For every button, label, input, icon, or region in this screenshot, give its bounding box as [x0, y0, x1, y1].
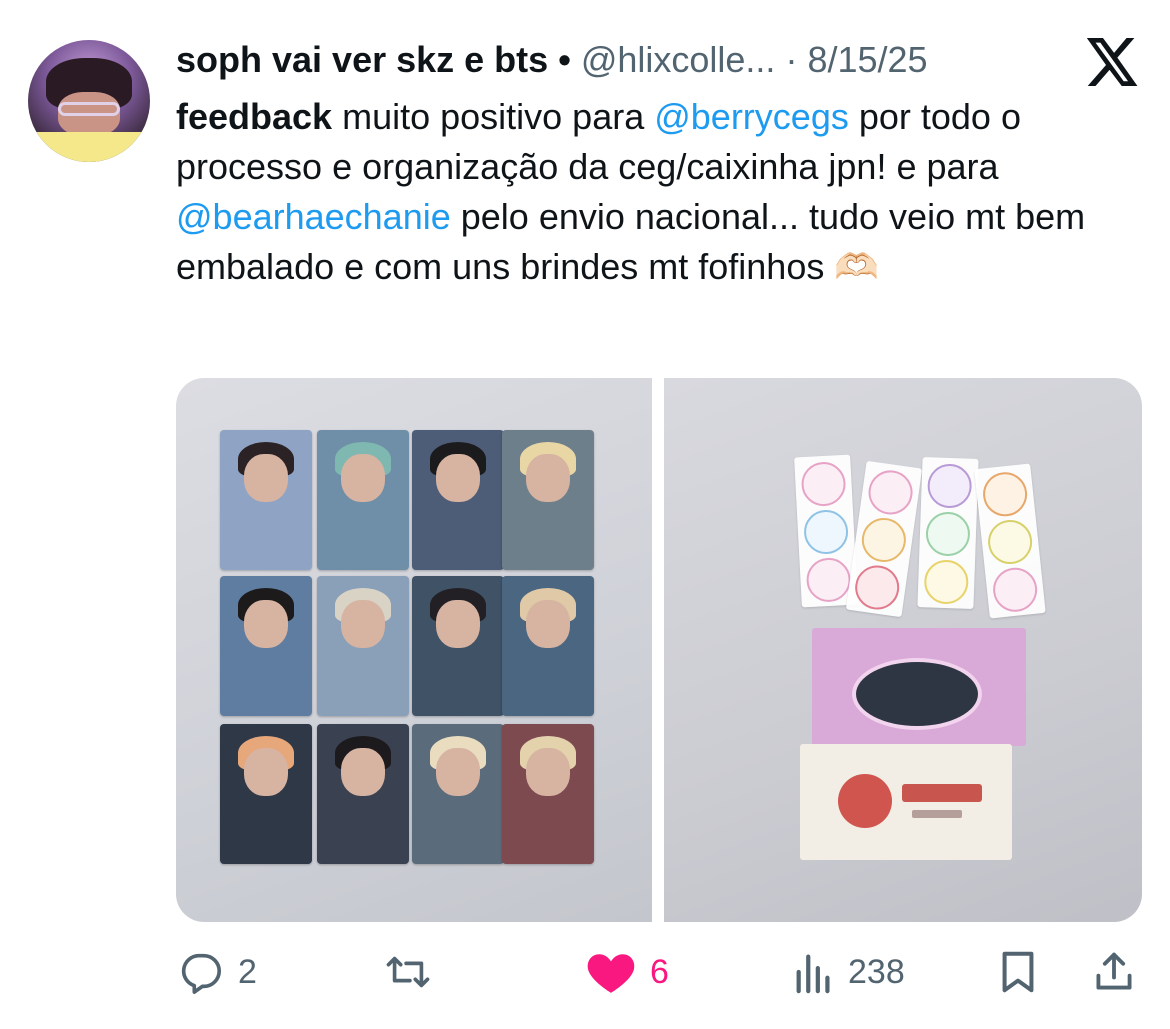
strawberry-logo-icon: [838, 774, 892, 828]
photocard: [502, 576, 594, 716]
berry-cegs-logotype: [902, 784, 982, 802]
tweet-text: feedback muito positivo para @berrycegs …: [176, 92, 1146, 292]
views-icon: [796, 954, 830, 994]
mention-bearhaechanie[interactable]: @bearhaechanie: [176, 196, 451, 237]
photocard: [502, 724, 594, 864]
tweet-action-bar: 2 6 238: [0, 940, 1170, 1010]
thank-you-card: [812, 628, 1026, 746]
sticker-strip: [974, 463, 1046, 619]
bookmark-button[interactable]: [998, 940, 1038, 1004]
heart-icon: [587, 954, 635, 993]
view-count: 238: [848, 952, 905, 991]
share-button[interactable]: [1092, 940, 1136, 1004]
photocard: [502, 430, 594, 570]
heart-hands-emoji: 🫶🏻: [834, 246, 880, 287]
separator-dot: •: [558, 39, 571, 80]
tweet-header: soph vai ver skz e bts • @hlixcolle... ·…: [176, 38, 928, 82]
bookmark-icon: [1002, 951, 1034, 993]
thank-you-card-photo: [852, 658, 982, 730]
photocard: [412, 576, 504, 716]
photocard: [317, 724, 409, 864]
tweet-date[interactable]: 8/15/25: [807, 39, 927, 80]
photocard: [412, 724, 504, 864]
photocard: [220, 724, 312, 864]
retweet-icon: [386, 956, 430, 988]
author-name[interactable]: soph vai ver skz e bts: [176, 39, 548, 80]
date-separator: ·: [785, 39, 798, 80]
tweet-text-bold: feedback: [176, 96, 333, 137]
like-count: 6: [650, 952, 669, 991]
reply-icon: [181, 953, 221, 994]
reply-button[interactable]: 2: [178, 940, 257, 1004]
berry-cegs-card: [800, 744, 1012, 860]
sticker-strip: [917, 457, 979, 609]
reply-count: 2: [238, 952, 257, 991]
author-avatar[interactable]: [28, 40, 150, 162]
avatar-pillow: [28, 132, 150, 162]
photocard: [220, 576, 312, 716]
like-button[interactable]: 6: [586, 940, 669, 1004]
berry-cegs-sub-logotype: [912, 810, 962, 818]
photocard: [220, 430, 312, 570]
avatar-glasses: [58, 102, 120, 116]
photocard: [317, 430, 409, 570]
views-button[interactable]: 238: [794, 940, 905, 1004]
x-logo-icon: [1086, 38, 1138, 86]
photocards-photo[interactable]: [176, 378, 652, 922]
author-handle[interactable]: @hlixcolle...: [581, 39, 776, 80]
tweet-text-part: muito positivo para: [332, 96, 655, 137]
mention-berrycegs[interactable]: @berrycegs: [654, 96, 849, 137]
sticker-strip: [845, 460, 923, 618]
tweet-media: [176, 378, 1142, 922]
retweet-button[interactable]: [384, 940, 446, 1004]
photocard: [412, 430, 504, 570]
share-icon: [1096, 952, 1132, 990]
photocard: [317, 576, 409, 716]
freebies-photo[interactable]: [664, 378, 1142, 922]
